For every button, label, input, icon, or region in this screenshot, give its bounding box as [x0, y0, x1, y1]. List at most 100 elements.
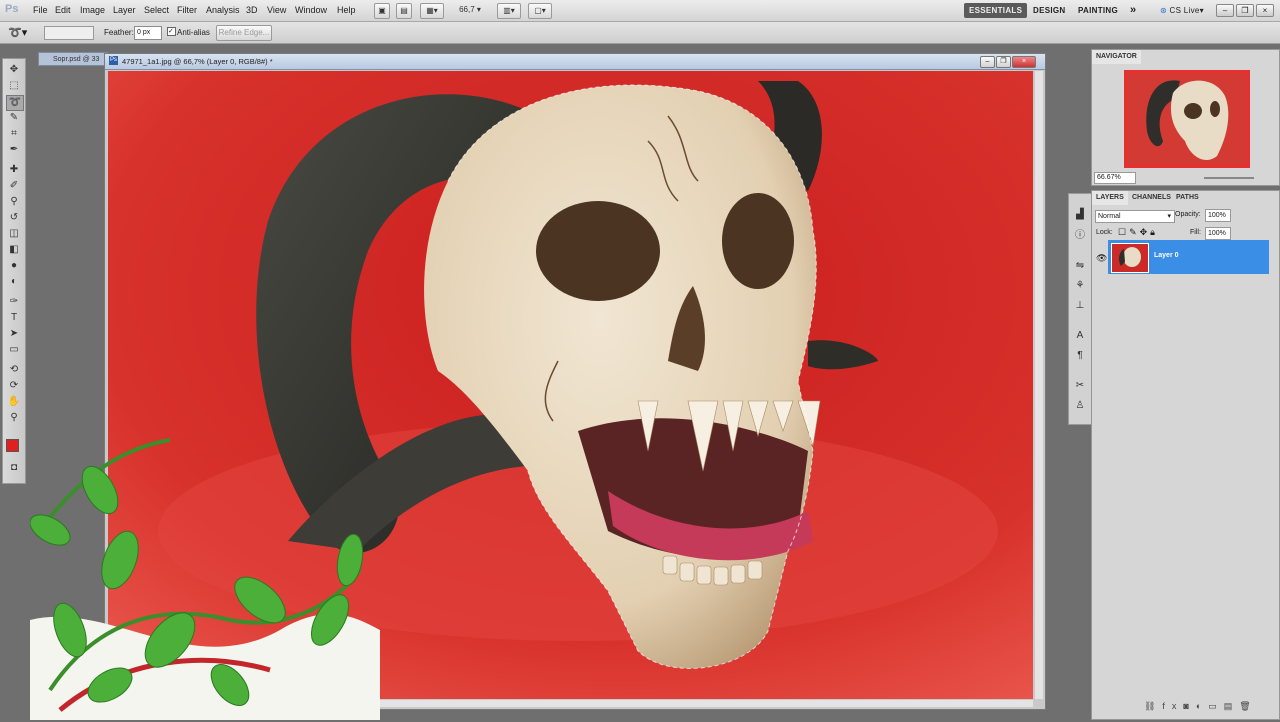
layer-footer-icons[interactable]: ⛓fx◙◐▭▤🗑︎ [1144, 701, 1258, 712]
feather-input[interactable]: 0 px [134, 26, 162, 40]
tab-paths[interactable]: PATHS [1172, 191, 1203, 205]
gradient-icon[interactable]: ◧ [6, 243, 22, 257]
menu-select[interactable]: Select [144, 5, 169, 15]
selection-mode-icons[interactable] [44, 26, 94, 40]
navigator-zoom-input[interactable]: 66.67% [1094, 172, 1136, 184]
tab-channels[interactable]: CHANNELS [1128, 191, 1175, 205]
3d-rotate-icon[interactable]: ⟲ [6, 363, 22, 377]
zoom-icon[interactable]: ⚲ [6, 411, 22, 425]
lock-icons[interactable]: ☐✎✥🔒︎ [1118, 227, 1158, 238]
move-icon[interactable]: ✥ [6, 63, 22, 77]
navigator-zoom-slider[interactable] [1204, 177, 1254, 179]
character-icon[interactable]: A [1073, 329, 1087, 342]
ps-document-icon: Ps [109, 56, 118, 65]
navigator-thumbnail[interactable] [1124, 70, 1250, 168]
fill-label: Fill: [1190, 229, 1201, 236]
menu-image[interactable]: Image [80, 5, 105, 15]
menu-layer[interactable]: Layer [113, 5, 136, 15]
doc-close-icon[interactable]: × [1012, 56, 1036, 68]
menu-3d[interactable]: 3D [246, 5, 258, 15]
launch-bridge-icon[interactable]: ▣ [374, 3, 390, 19]
menu-file[interactable]: File [33, 5, 48, 15]
paragraph-icon[interactable]: ¶ [1073, 349, 1087, 362]
panel-dock-strip: ▟ ⓘ ⇋ ⚘ ⊥ A ¶ ✂ ♙ [1068, 193, 1092, 425]
document-title: 47971_1a1.jpg @ 66,7% (Layer 0, RGB/8#) … [122, 57, 273, 66]
quick-select-icon[interactable]: ✎ [6, 111, 22, 125]
zoom-level-dropdown[interactable]: 66,7 ▾ [452, 3, 488, 17]
background-document-title: Sopr.psd @ 33 [53, 56, 100, 63]
feather-label: Feather: [104, 28, 134, 37]
screen-mode-icon[interactable]: ▢▾ [528, 3, 552, 19]
stamp-icon[interactable]: ⚲ [6, 195, 22, 209]
history-brush-icon[interactable]: ↺ [6, 211, 22, 225]
menu-edit[interactable]: Edit [55, 5, 71, 15]
menu-window[interactable]: Window [295, 5, 327, 15]
lasso-tool-preset-icon[interactable]: ➰▾ [8, 26, 27, 39]
eraser-icon[interactable]: ◫ [6, 227, 22, 241]
tool-presets-icon[interactable]: ✂ [1073, 379, 1087, 392]
workspace-painting[interactable]: PAINTING [1078, 3, 1118, 18]
styles-icon[interactable]: ⊥ [1073, 299, 1087, 312]
view-extras-icon[interactable]: ▦▾ [420, 3, 444, 19]
antialias-label: Anti-alias [177, 28, 210, 37]
layer-name: Layer 0 [1154, 252, 1179, 259]
blur-icon[interactable]: ● [6, 259, 22, 273]
crop-icon[interactable]: ⌗ [6, 127, 22, 141]
menu-analysis[interactable]: Analysis [206, 5, 240, 15]
foreground-color-swatch[interactable] [6, 439, 19, 452]
lasso-icon[interactable]: ➰ [6, 95, 24, 111]
refine-edge-button[interactable]: Refine Edge... [216, 25, 272, 41]
cs-live-label: CS Live [1169, 6, 1200, 15]
background-document-tab[interactable]: Sopr.psd @ 33 [38, 52, 108, 66]
menu-filter[interactable]: Filter [177, 5, 197, 15]
more-workspaces-icon[interactable]: » [1130, 3, 1136, 18]
layer-thumbnail [1111, 243, 1149, 273]
doc-restore-icon[interactable]: ❐ [996, 56, 1011, 68]
floral-overlay [29, 430, 390, 720]
pen-icon[interactable]: ✑ [6, 295, 22, 309]
antialias-checkbox[interactable]: ✓ [167, 27, 176, 36]
opacity-label: Opacity: [1175, 211, 1201, 218]
workspace-design[interactable]: DESIGN [1033, 3, 1065, 18]
type-icon[interactable]: T [6, 311, 22, 325]
layers-panel: LAYERS CHANNELS PATHS Normal ▾ Opacity: 1… [1091, 190, 1280, 720]
document-titlebar[interactable]: Ps 47971_1a1.jpg @ 66,7% (Layer 0, RGB/8… [105, 54, 1045, 70]
close-icon[interactable]: × [1256, 4, 1274, 17]
cs-live-icon: ⊛ [1160, 6, 1168, 15]
clone-source-icon[interactable]: ♙ [1073, 399, 1087, 412]
histogram-icon[interactable]: ▟ [1073, 208, 1087, 221]
vertical-scrollbar[interactable] [1035, 71, 1043, 699]
menu-help[interactable]: Help [337, 5, 356, 15]
doc-minimize-icon[interactable]: – [980, 56, 995, 68]
fill-input[interactable]: 100% [1205, 227, 1231, 240]
marquee-icon[interactable]: ⬚ [6, 79, 22, 93]
info-icon[interactable]: ⓘ [1073, 229, 1087, 242]
masks-icon[interactable]: ⚘ [1073, 279, 1087, 292]
blend-mode-dropdown[interactable]: Normal ▾ [1095, 210, 1175, 223]
minimize-icon[interactable]: – [1216, 4, 1234, 17]
restore-icon[interactable]: ❐ [1236, 4, 1254, 17]
quick-mask-icon[interactable]: ◘ [6, 461, 22, 475]
cs-live-button[interactable]: ⊛ CS Live▾ [1160, 3, 1204, 18]
brush-icon[interactable]: ✐ [6, 179, 22, 193]
workspace-essentials[interactable]: ESSENTIALS [964, 3, 1028, 18]
menu-view[interactable]: View [267, 5, 286, 15]
lock-label: Lock: [1096, 229, 1113, 236]
adjustments-icon[interactable]: ⇋ [1073, 259, 1087, 272]
layer-row[interactable]: Layer 0 [1108, 240, 1269, 274]
eye-icon[interactable]: 👁︎ [1096, 253, 1107, 264]
3d-orbit-icon[interactable]: ⟳ [6, 379, 22, 393]
navigator-tab[interactable]: NAVIGATOR [1092, 50, 1141, 64]
shape-icon[interactable]: ▭ [6, 343, 22, 357]
mini-bridge-icon[interactable]: ▤ [396, 3, 412, 19]
hand-icon[interactable]: ✋ [6, 395, 22, 409]
zoom-level-value: 66,7 [459, 5, 475, 14]
path-select-icon[interactable]: ➤ [6, 327, 22, 341]
dodge-icon[interactable]: ◐ [6, 275, 22, 289]
tab-layers[interactable]: LAYERS [1092, 191, 1128, 205]
opacity-input[interactable]: 100% [1205, 209, 1231, 222]
healing-icon[interactable]: ✚ [6, 163, 22, 177]
eyedropper-icon[interactable]: ✒ [6, 143, 22, 157]
arrange-documents-icon[interactable]: ▥▾ [497, 3, 521, 19]
options-bar: ➰▾ Feather: 0 px ✓ Anti-alias Refine Edg… [0, 22, 1280, 44]
